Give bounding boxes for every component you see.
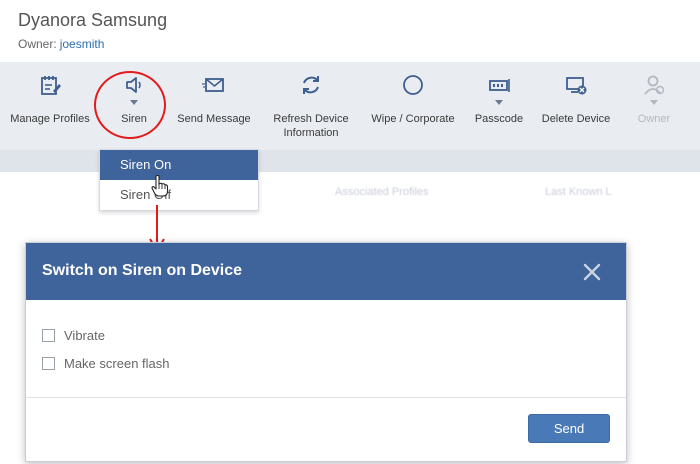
device-name: Dyanora Samsung — [18, 10, 168, 30]
manage-profiles-label: Manage Profiles — [10, 113, 90, 125]
owner-link[interactable]: joesmith — [60, 37, 105, 51]
passcode-icon — [489, 79, 510, 92]
refresh-icon — [303, 76, 319, 94]
send-message-button[interactable]: Send Message — [172, 62, 256, 150]
delete-device-icon — [566, 77, 587, 95]
wipe-corporate-label: Wipe / Corporate — [371, 113, 455, 125]
passcode-label: Passcode — [474, 113, 524, 125]
owner-button[interactable]: Owner — [626, 62, 682, 150]
user-icon — [644, 75, 665, 95]
owner-label: Owner: — [18, 37, 57, 51]
wipe-corporate-button[interactable]: Wipe / Corporate — [366, 62, 460, 150]
hand-cursor-icon — [151, 174, 169, 197]
envelope-icon — [202, 78, 224, 92]
faded-tab-associated-profiles: Associated Profiles — [335, 186, 429, 198]
refresh-device-button[interactable]: Refresh Device Information — [266, 62, 356, 150]
device-header: Dyanora Samsung Owner: joesmith — [0, 0, 700, 62]
modal-footer-divider — [26, 397, 626, 398]
manage-profiles-icon — [41, 76, 61, 95]
close-icon[interactable] — [583, 263, 601, 281]
owner-caret-icon — [650, 100, 658, 105]
siren-on-menu-item[interactable]: Siren On — [100, 150, 258, 180]
passcode-caret-icon — [495, 100, 503, 105]
passcode-button[interactable]: Passcode — [468, 62, 530, 150]
send-button[interactable]: Send — [528, 414, 610, 443]
screen-flash-label: Make screen flash — [64, 356, 170, 371]
siren-modal-dialog: Switch on Siren on Device Vibrate Make s… — [25, 242, 627, 462]
circle-icon — [403, 75, 423, 95]
siren-off-menu-item[interactable]: Siren Off — [100, 180, 258, 210]
manage-profiles-button[interactable]: Manage Profiles — [4, 62, 96, 150]
screen-flash-checkbox[interactable] — [42, 357, 55, 370]
siren-highlight-circle — [94, 71, 166, 139]
siren-dropdown-menu: Siren On Siren Off — [99, 149, 259, 211]
modal-title: Switch on Siren on Device — [42, 262, 243, 279]
vibrate-label: Vibrate — [64, 328, 105, 343]
send-message-label: Send Message — [177, 113, 251, 125]
modal-header: Switch on Siren on Device — [26, 243, 626, 300]
delete-device-label: Delete Device — [541, 113, 611, 125]
refresh-device-label: Refresh Device Information — [273, 113, 349, 139]
vibrate-checkbox[interactable] — [42, 329, 55, 342]
delete-device-button[interactable]: Delete Device — [538, 62, 614, 150]
owner-label: Owner — [637, 113, 671, 125]
owner-line: Owner: joesmith — [18, 37, 104, 51]
faded-tab-last-known: Last Known L — [545, 186, 612, 198]
